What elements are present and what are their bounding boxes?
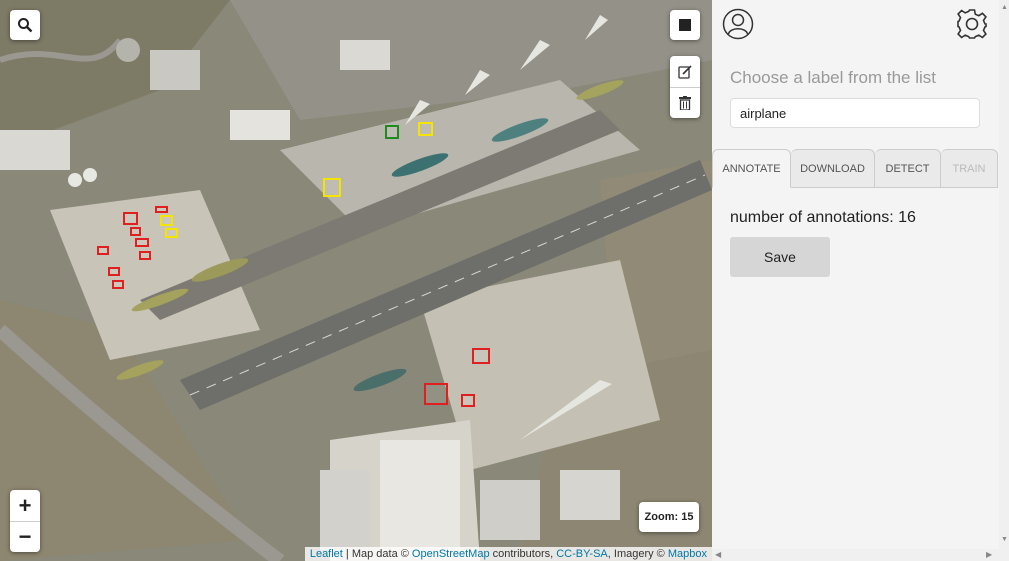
scroll-up-icon[interactable]: ▲ bbox=[1001, 4, 1008, 11]
annotation-box[interactable] bbox=[323, 178, 341, 197]
label-selector-title: Choose a label from the list bbox=[730, 68, 936, 87]
zoom-control: + − bbox=[10, 490, 40, 552]
annotation-box[interactable] bbox=[424, 383, 448, 405]
scroll-right-icon[interactable]: ▶ bbox=[986, 550, 992, 559]
tab-annotate[interactable]: ANNOTATE bbox=[712, 149, 791, 188]
satellite-imagery bbox=[0, 0, 712, 561]
annotation-box[interactable] bbox=[472, 348, 490, 364]
license-link[interactable]: CC-BY-SA bbox=[556, 548, 608, 560]
search-icon bbox=[18, 18, 33, 33]
tab-detect[interactable]: DETECT bbox=[875, 149, 941, 188]
annotation-box[interactable] bbox=[160, 215, 173, 226]
annotation-box[interactable] bbox=[135, 238, 149, 247]
annotation-box[interactable] bbox=[418, 122, 433, 136]
annotation-box[interactable] bbox=[112, 280, 124, 289]
scroll-left-icon[interactable]: ◀ bbox=[715, 550, 721, 559]
settings-button[interactable] bbox=[955, 7, 989, 46]
attribution-text: | Map data © bbox=[342, 548, 412, 560]
annotation-box[interactable] bbox=[155, 206, 168, 213]
annotation-box[interactable] bbox=[139, 251, 151, 260]
annotation-box[interactable] bbox=[165, 228, 178, 238]
zoom-out-button[interactable]: − bbox=[10, 521, 40, 552]
edit-layers-button[interactable] bbox=[670, 56, 700, 87]
attribution-text: , Imagery © bbox=[607, 548, 668, 560]
annotation-box[interactable] bbox=[123, 212, 138, 225]
annotation-box[interactable] bbox=[97, 246, 109, 255]
zoom-in-button[interactable]: + bbox=[10, 490, 40, 521]
annotation-box[interactable] bbox=[461, 394, 475, 407]
user-icon bbox=[722, 8, 754, 40]
search-button[interactable] bbox=[10, 10, 40, 40]
edit-toolbar bbox=[670, 56, 700, 118]
annotation-count: number of annotations: 16 bbox=[730, 209, 916, 226]
gear-icon bbox=[957, 9, 987, 39]
label-input[interactable] bbox=[730, 98, 980, 128]
map-attribution: Leaflet | Map data © OpenStreetMap contr… bbox=[304, 547, 712, 561]
openstreetmap-link[interactable]: OpenStreetMap bbox=[412, 548, 490, 560]
tab-download[interactable]: DOWNLOAD bbox=[791, 149, 875, 188]
draw-rectangle-button[interactable] bbox=[670, 10, 700, 40]
vertical-scrollbar[interactable]: ▲ ▼ bbox=[999, 0, 1009, 561]
horizontal-scrollbar[interactable]: ◀ ▶ bbox=[712, 549, 999, 561]
sidebar: Choose a label from the list ANNOTATE DO… bbox=[712, 0, 1009, 561]
trash-icon bbox=[679, 96, 691, 110]
map-view[interactable]: + − Zoom: 15 Leaflet | Map data © OpenSt… bbox=[0, 0, 712, 561]
delete-layers-button[interactable] bbox=[670, 87, 700, 118]
mapbox-link[interactable]: Mapbox bbox=[668, 548, 707, 560]
attribution-text: contributors, bbox=[489, 548, 557, 560]
tab-bar: ANNOTATE DOWNLOAD DETECT TRAIN bbox=[712, 149, 998, 188]
user-button[interactable] bbox=[722, 8, 754, 45]
tab-train: TRAIN bbox=[941, 149, 998, 188]
zoom-level-label: Zoom: 15 bbox=[639, 502, 699, 532]
annotation-box[interactable] bbox=[385, 125, 399, 139]
edit-icon bbox=[678, 64, 692, 79]
app-window: + − Zoom: 15 Leaflet | Map data © OpenSt… bbox=[0, 0, 1009, 561]
scroll-down-icon[interactable]: ▼ bbox=[1001, 536, 1008, 543]
leaflet-link[interactable]: Leaflet bbox=[310, 548, 343, 560]
annotation-box[interactable] bbox=[130, 227, 141, 236]
save-button[interactable]: Save bbox=[730, 237, 830, 277]
square-icon bbox=[679, 19, 691, 31]
annotation-box[interactable] bbox=[108, 267, 120, 276]
